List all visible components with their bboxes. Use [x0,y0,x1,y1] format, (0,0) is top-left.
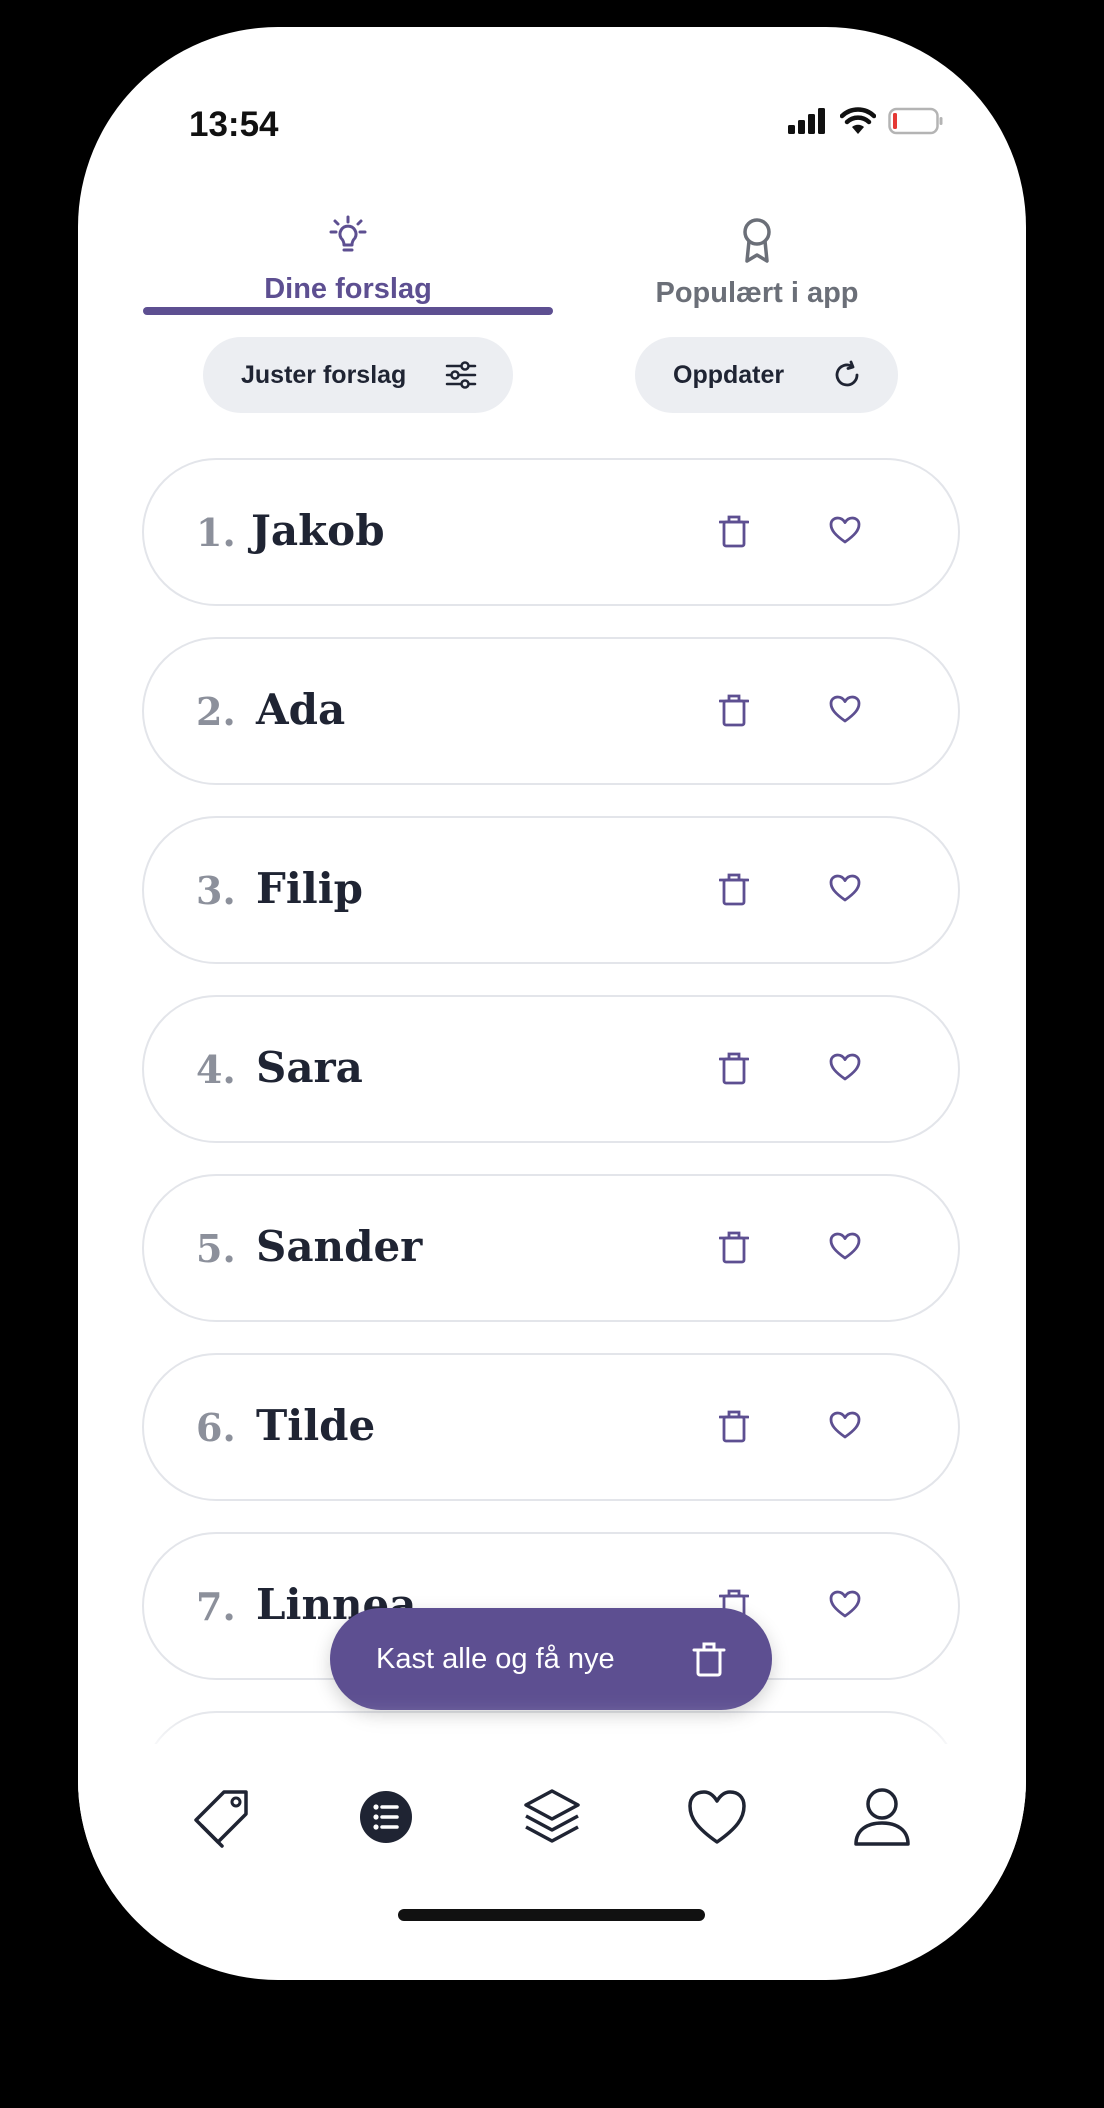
list-item-number: 5. [196,1226,236,1271]
nav-profile[interactable] [847,1782,917,1852]
status-bar: 13:54 [78,27,1026,144]
tab-label: Populært i app [655,277,859,309]
list-item-number: 4. [196,1047,236,1092]
user-icon [854,1788,910,1846]
list-item[interactable]: 2. Ada [142,637,960,785]
list-item-name: Filip [256,864,364,913]
wifi-icon [840,107,876,134]
list-item-name: Sander [256,1222,423,1271]
heart-icon[interactable] [829,874,861,902]
heart-icon[interactable] [829,1232,861,1260]
signal-icon [788,108,825,134]
home-indicator[interactable] [398,1909,705,1921]
trash-icon[interactable] [719,1050,749,1086]
list-item[interactable]: 4. Sara [142,995,960,1143]
trash-icon[interactable] [719,513,749,549]
list-item-number: 3. [196,868,236,913]
heart-icon[interactable] [829,1411,861,1439]
bottom-navigation [78,1744,1026,1894]
nav-list[interactable] [351,1782,421,1852]
trash-icon[interactable] [719,871,749,907]
list-item-name: Sara [256,1043,363,1092]
list-item[interactable]: 3. Filip [142,816,960,964]
list-item-number: 1. [196,510,236,555]
battery-icon [888,107,943,135]
heart-icon[interactable] [829,516,861,544]
list-icon [360,1791,412,1843]
trash-icon[interactable] [719,692,749,728]
discard-all-label: Kast alle og få nye [376,1642,615,1675]
discard-all-button[interactable]: Kast alle og få nye [330,1608,772,1710]
active-tab-indicator [143,307,553,315]
list-item[interactable]: 6. Tilde [142,1353,960,1501]
trash-icon [692,1642,726,1677]
nav-layers[interactable] [517,1782,587,1852]
phone-screen: 13:54 Dine forslag Populært i app Juster… [78,27,1026,1980]
list-item[interactable]: 5. Sander [142,1174,960,1322]
tab-bar: Dine forslag Populært i app [78,187,1026,347]
adjust-suggestions-label: Juster forslag [241,360,407,389]
status-icons [788,107,944,135]
nav-favorites[interactable] [682,1782,752,1852]
heart-icon[interactable] [829,695,861,723]
status-time: 13:54 [189,105,279,144]
sliders-icon [445,361,477,389]
trash-icon[interactable] [719,1229,749,1265]
refresh-button[interactable]: Oppdater [635,337,898,413]
list-item-number: 6. [196,1405,236,1450]
tag-icon [194,1790,248,1848]
tab-label: Dine forslag [264,273,432,305]
heart-icon[interactable] [829,1590,861,1618]
award-icon [743,218,771,263]
tab-populaert-i-app[interactable]: Populært i app [552,187,962,309]
heart-icon [688,1790,746,1844]
list-item[interactable]: 1. Jakob [142,458,960,606]
trash-icon[interactable] [719,1408,749,1444]
tab-dine-forslag[interactable]: Dine forslag [143,187,553,307]
heart-icon[interactable] [829,1053,861,1081]
layers-icon [524,1789,580,1843]
refresh-icon [835,360,859,387]
list-item-name: Ada [256,685,346,734]
list-item-name: Tilde [256,1401,376,1450]
list-item-number: 7. [196,1584,236,1629]
adjust-suggestions-button[interactable]: Juster forslag [203,337,513,413]
list-item-name: Jakob [251,506,385,555]
list-item-number: 2. [196,689,236,734]
refresh-label: Oppdater [673,360,785,389]
lightbulb-icon [329,215,367,252]
nav-tags[interactable] [188,1782,258,1852]
